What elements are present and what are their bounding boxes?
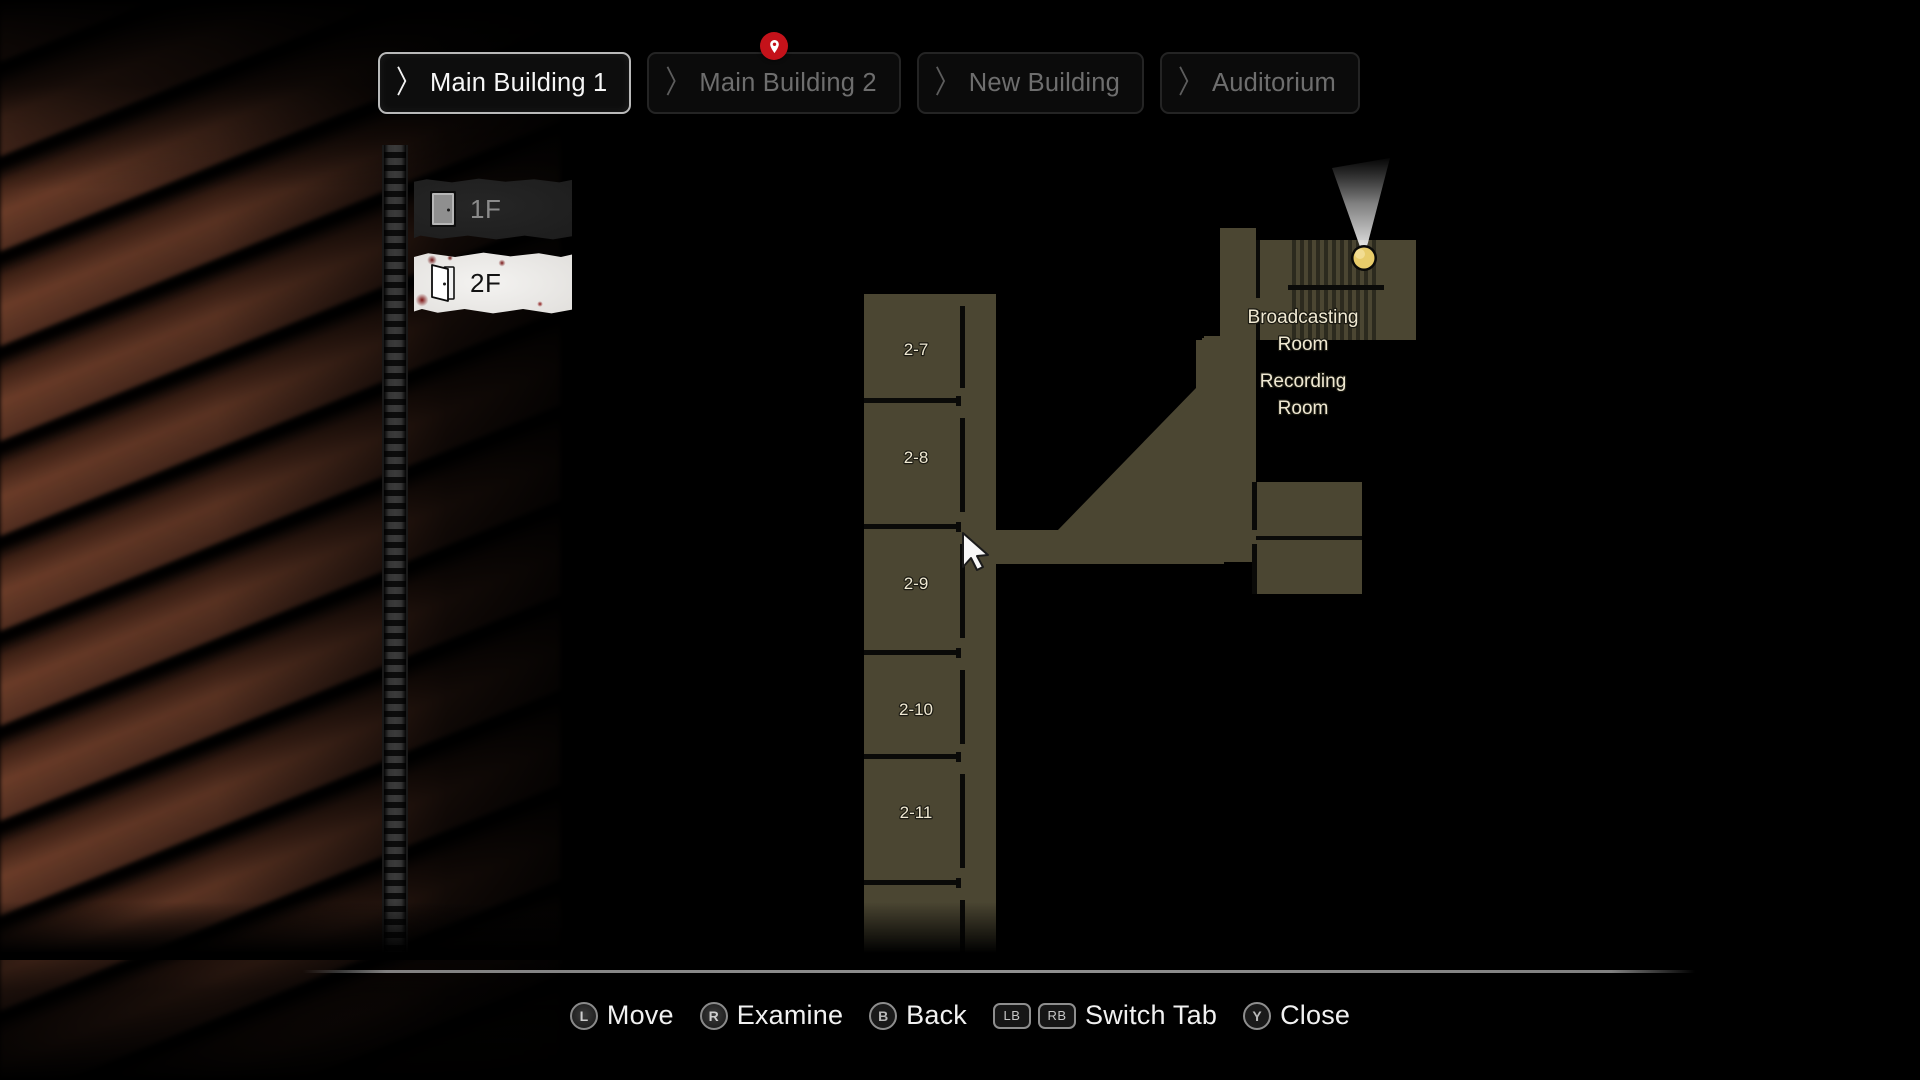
chevron-right-icon: 〉 bbox=[1178, 64, 1204, 100]
building-tab-bar: 〉 Main Building 1 〉 Main Building 2 〉 Ne… bbox=[378, 32, 1360, 114]
tab-main-building-2[interactable]: 〉 Main Building 2 bbox=[647, 32, 901, 114]
lb-button-icon: LB bbox=[993, 1002, 1031, 1029]
mouse-cursor bbox=[962, 532, 989, 571]
shoulder-button-group: LB RB bbox=[993, 1002, 1076, 1029]
tab-label: Auditorium bbox=[1212, 68, 1336, 97]
prompt-label: Move bbox=[606, 1000, 674, 1030]
prompt-close[interactable]: Y Close bbox=[1243, 1000, 1350, 1031]
chevron-right-icon: 〉 bbox=[934, 64, 960, 100]
prompt-switch-tab[interactable]: LB RB Switch Tab bbox=[993, 1000, 1217, 1031]
b-button-icon: B bbox=[869, 1001, 898, 1030]
map-label-recording-line2: Room bbox=[1278, 398, 1329, 419]
button-prompt-bar: L Move R Examine B Back LB RB Switch Tab… bbox=[0, 1000, 1920, 1031]
map-room-column bbox=[864, 294, 996, 960]
map-room-recording[interactable] bbox=[1256, 540, 1362, 594]
tab-auditorium[interactable]: 〉 Auditorium bbox=[1160, 52, 1360, 114]
prompt-examine[interactable]: R Examine bbox=[699, 1000, 844, 1031]
y-button-icon: Y bbox=[1243, 1001, 1272, 1030]
bottom-divider bbox=[303, 970, 1695, 973]
map-room-broadcasting[interactable] bbox=[1256, 482, 1362, 536]
player-marker-highlight bbox=[1355, 249, 1365, 259]
prompt-label: Close bbox=[1280, 1000, 1351, 1030]
tab-new-building[interactable]: 〉 New Building bbox=[916, 52, 1144, 114]
map-screen: 〉 Main Building 1 〉 Main Building 2 〉 Ne… bbox=[0, 0, 1920, 1080]
prompt-move[interactable]: L Move bbox=[569, 1000, 674, 1031]
map-label-broadcasting-line2: Room bbox=[1278, 334, 1329, 355]
tab-main-building-1[interactable]: 〉 Main Building 1 bbox=[378, 52, 632, 114]
chevron-right-icon: 〉 bbox=[665, 64, 691, 100]
floor-item-label: 1F bbox=[470, 193, 502, 224]
prompt-back[interactable]: B Back bbox=[869, 1000, 967, 1031]
map-label-2-8: 2-8 bbox=[904, 448, 929, 467]
map-label-2-9: 2-9 bbox=[904, 574, 929, 593]
chevron-right-icon: 〉 bbox=[396, 64, 422, 100]
right-stick-button-icon: R bbox=[699, 1001, 728, 1030]
rb-button-icon: RB bbox=[1038, 1002, 1076, 1029]
floor-item-label: 2F bbox=[470, 267, 502, 298]
tab-label: New Building bbox=[968, 68, 1120, 97]
prompt-label: Examine bbox=[736, 1000, 844, 1030]
map-label-2-11: 2-11 bbox=[900, 803, 933, 822]
tab-label: Main Building 1 bbox=[430, 68, 608, 97]
map-label-2-10: 2-10 bbox=[899, 700, 933, 719]
open-door-icon bbox=[431, 264, 455, 302]
prompt-label: Switch Tab bbox=[1085, 1000, 1218, 1030]
tab-label: Main Building 2 bbox=[699, 68, 877, 97]
map-label-recording-line1: Recording bbox=[1260, 371, 1347, 392]
closed-door-icon bbox=[430, 191, 456, 227]
map-pin-icon bbox=[769, 39, 779, 53]
left-stick-button-icon: L bbox=[569, 1001, 598, 1030]
map-label-broadcasting-line1: Broadcasting bbox=[1248, 307, 1359, 328]
prompt-label: Back bbox=[906, 1000, 967, 1030]
tab-notification-badge bbox=[760, 32, 789, 60]
map-label-2-7: 2-7 bbox=[904, 340, 929, 359]
